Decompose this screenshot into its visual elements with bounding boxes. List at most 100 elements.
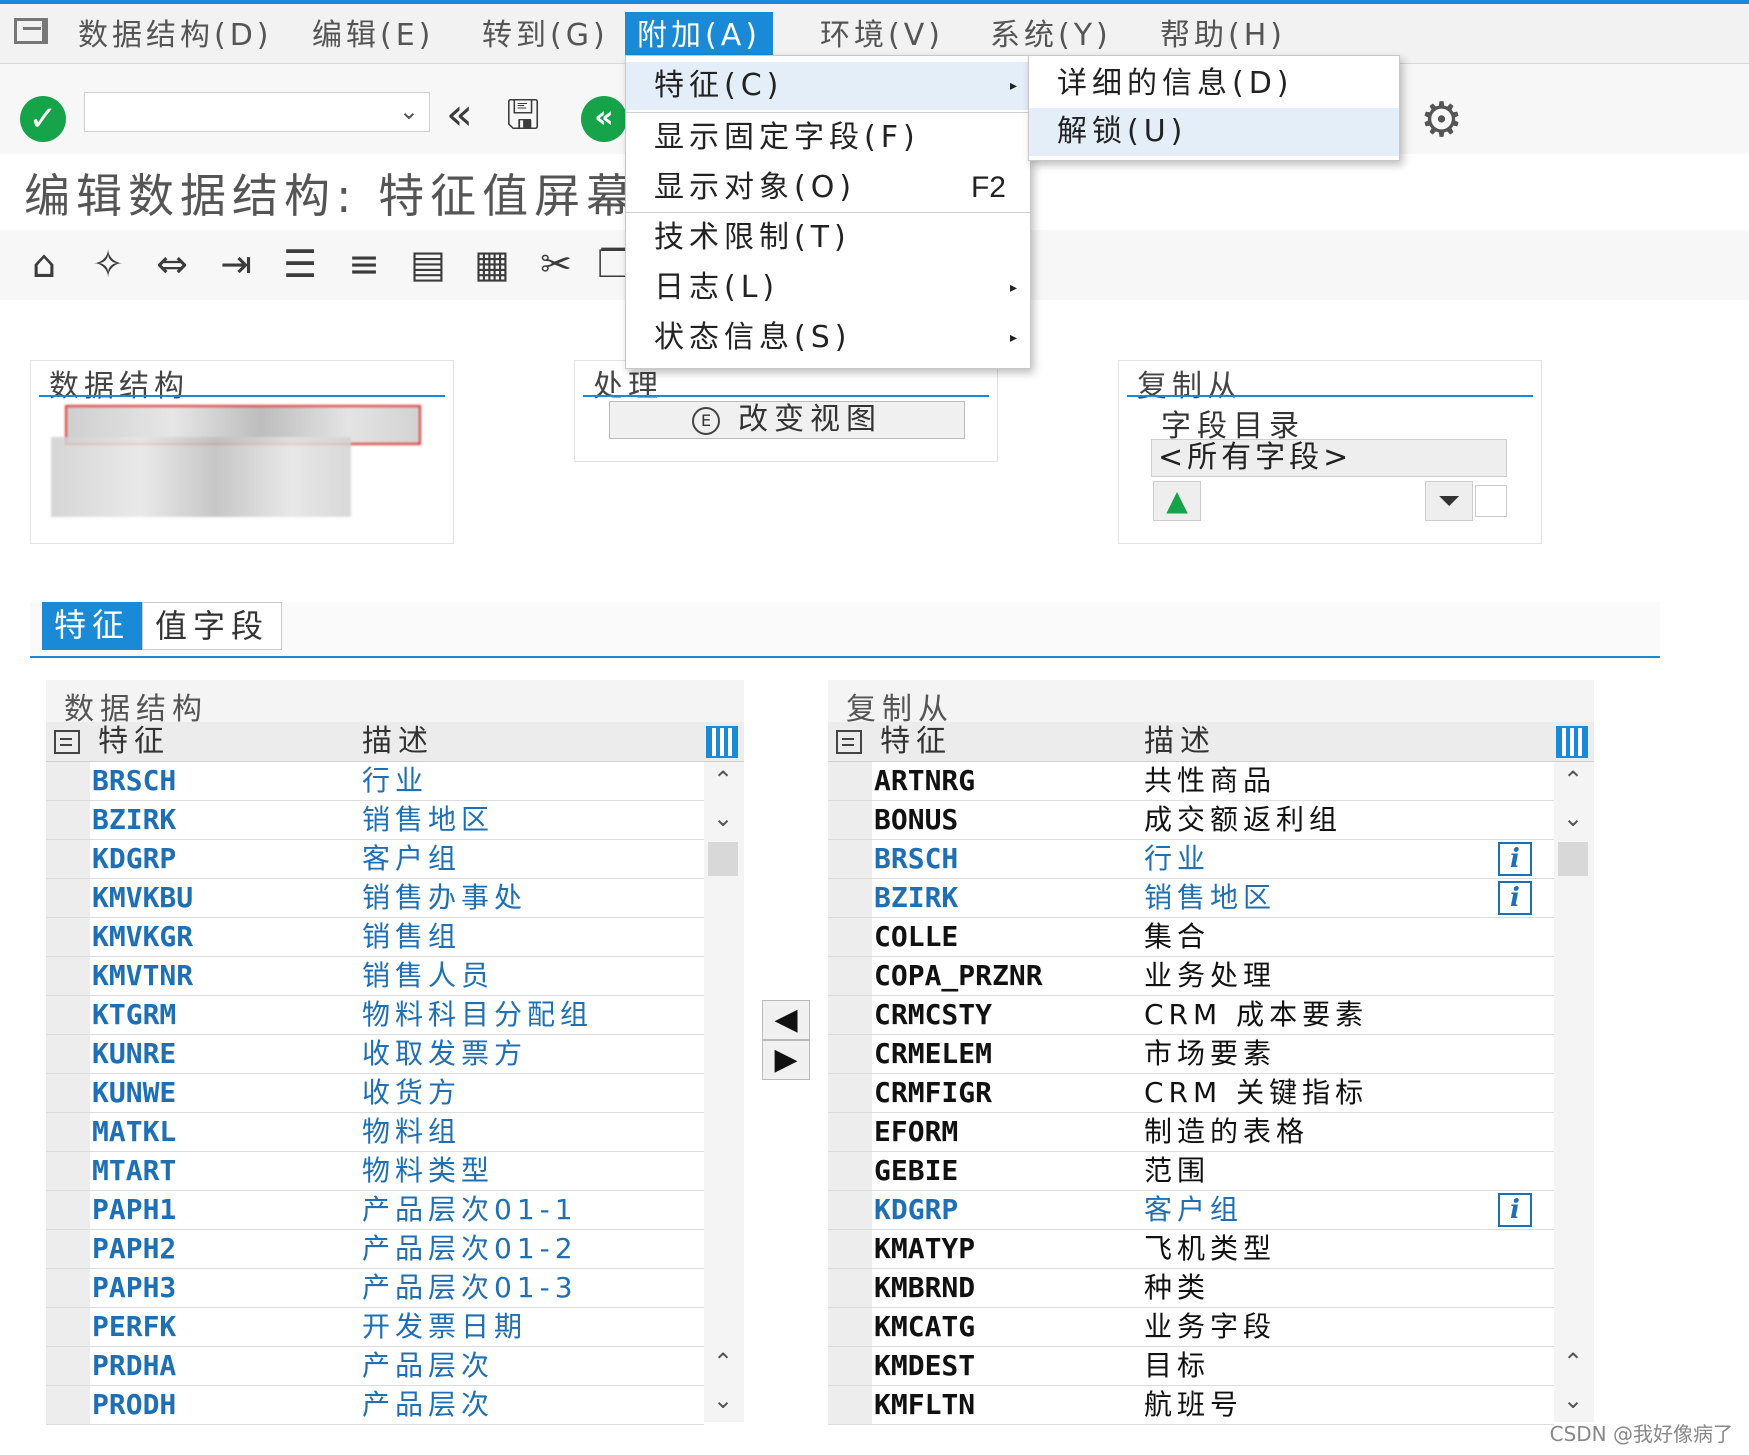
row-selector[interactable] — [46, 1191, 90, 1229]
filter-icon[interactable]: ≡ — [342, 242, 386, 286]
save-icon[interactable]: 🖫 — [506, 90, 540, 140]
row-selector[interactable] — [46, 1035, 90, 1073]
row-selector[interactable] — [46, 1308, 90, 1346]
row-selector[interactable] — [46, 1386, 90, 1424]
table-row[interactable]: PAPH1 产品层次01-1 — [46, 1191, 704, 1230]
cut-icon[interactable]: ✂ — [534, 242, 578, 286]
table-row[interactable]: CRMCSTY CRM 成本要素 — [828, 996, 1554, 1035]
row-selector[interactable] — [828, 1152, 872, 1190]
select-all-icon[interactable]: ▤ — [406, 242, 450, 286]
row-selector[interactable] — [828, 1230, 872, 1268]
scroll-page-down-icon[interactable]: ⌄ — [1556, 1382, 1590, 1418]
scroll-up-icon[interactable]: ⌃ — [1556, 762, 1590, 798]
expand-icon[interactable]: ⇔ — [150, 242, 194, 286]
row-selector[interactable] — [828, 918, 872, 956]
column-header-characteristic[interactable]: 特征 — [880, 722, 952, 762]
table-row[interactable]: COPA_PRZNR 业务处理 — [828, 957, 1554, 996]
row-selector[interactable] — [828, 1113, 872, 1151]
menu-item-technical-limits[interactable]: 技术限制(T) — [626, 214, 1030, 262]
row-selector[interactable] — [46, 1152, 90, 1190]
row-selector[interactable] — [828, 840, 872, 878]
scroll-thumb[interactable] — [708, 842, 738, 876]
info-icon[interactable]: i — [1498, 881, 1532, 915]
scrollbar[interactable]: ⌃ ⌄ ⌃ ⌄ — [706, 762, 740, 1422]
table-row[interactable]: CRMELEM 市场要素 — [828, 1035, 1554, 1074]
gear-icon[interactable]: ⚙ — [1420, 95, 1463, 145]
scroll-up-icon[interactable]: ⌃ — [706, 762, 740, 798]
column-header-characteristic[interactable]: 特征 — [98, 722, 170, 762]
scrollbar[interactable]: ⌃ ⌄ ⌃ ⌄ — [1556, 762, 1590, 1422]
menu-item-detailed-info[interactable]: 详细的信息(D) — [1029, 60, 1399, 108]
image-icon[interactable]: ▲ — [1153, 481, 1201, 521]
table-row[interactable]: KUNRE 收取发票方 — [46, 1035, 704, 1074]
table-row[interactable]: KMCATG 业务字段 — [828, 1308, 1554, 1347]
row-selector[interactable] — [46, 918, 90, 956]
menu-help[interactable]: 帮助(H) — [1148, 12, 1298, 60]
row-selector[interactable] — [828, 1386, 872, 1424]
scroll-page-up-icon[interactable]: ⌃ — [706, 1344, 740, 1380]
select-block-icon[interactable] — [54, 730, 80, 754]
table-row[interactable]: PRDHA 产品层次 — [46, 1347, 704, 1386]
table-row[interactable]: KMBRND 种类 — [828, 1269, 1554, 1308]
menu-environment[interactable]: 环境(V) — [808, 12, 956, 60]
back-icon[interactable]: « — [581, 96, 627, 142]
move-right-button[interactable]: ▶ — [762, 1040, 810, 1080]
insert-icon[interactable]: ⇥ — [214, 242, 258, 286]
menu-goto[interactable]: 转到(G) — [470, 12, 621, 60]
table-row[interactable]: BZIRK 销售地区 — [46, 801, 704, 840]
row-selector[interactable] — [828, 1347, 872, 1385]
row-selector[interactable] — [46, 801, 90, 839]
menu-edit[interactable]: 编辑(E) — [300, 12, 446, 60]
tab-characteristics[interactable]: 特征 — [42, 602, 143, 650]
row-selector[interactable] — [828, 879, 872, 917]
sort-ascending-icon[interactable]: ☰ — [278, 242, 322, 286]
table-row[interactable]: PRODH 产品层次 — [46, 1386, 704, 1425]
table-row[interactable]: EFORM 制造的表格 — [828, 1113, 1554, 1152]
funnel-icon[interactable]: ⏷ — [1425, 481, 1473, 521]
menu-system[interactable]: 系统(Y) — [978, 12, 1124, 60]
scroll-down-icon[interactable]: ⌄ — [706, 800, 740, 836]
table-row[interactable]: KMDEST 目标 — [828, 1347, 1554, 1386]
menu-item-display-object[interactable]: 显示对象(O) F2 — [626, 164, 1030, 212]
row-selector[interactable] — [828, 1269, 872, 1307]
field-catalog-dropdown[interactable]: <所有字段> — [1151, 439, 1507, 477]
row-selector[interactable] — [46, 879, 90, 917]
table-row[interactable]: ARTNRG 共性商品 — [828, 762, 1554, 801]
row-selector[interactable] — [46, 1113, 90, 1151]
row-selector[interactable] — [46, 762, 90, 800]
table-row[interactable]: PERFK 开发票日期 — [46, 1308, 704, 1347]
table-row[interactable]: KTGRM 物料科目分配组 — [46, 996, 704, 1035]
column-header-description[interactable]: 描述 — [362, 722, 434, 762]
row-selector[interactable] — [828, 996, 872, 1034]
row-selector[interactable] — [46, 1074, 90, 1112]
menu-item-log[interactable]: 日志(L) ▸ — [626, 264, 1030, 312]
menu-item-characteristics[interactable]: 特征(C) ▸ — [626, 62, 1030, 110]
table-row[interactable]: PAPH2 产品层次01-2 — [46, 1230, 704, 1269]
double-left-icon[interactable]: « — [446, 90, 473, 140]
row-selector[interactable] — [46, 840, 90, 878]
table-row[interactable]: BRSCH 行业 i — [828, 840, 1554, 879]
table-row[interactable]: KMFLTN 航班号 — [828, 1386, 1554, 1425]
table-row[interactable]: BRSCH 行业 — [46, 762, 704, 801]
scroll-thumb[interactable] — [1558, 842, 1588, 876]
scroll-page-up-icon[interactable]: ⌃ — [1556, 1344, 1590, 1380]
column-header-description[interactable]: 描述 — [1144, 722, 1216, 762]
info-icon[interactable]: i — [1498, 1193, 1532, 1227]
chevron-down-icon[interactable]: ⌄ — [399, 97, 419, 125]
menu-extras[interactable]: 附加(A) — [625, 12, 773, 60]
magic-wand-icon[interactable]: ✧ — [86, 242, 130, 286]
info-icon[interactable]: i — [1498, 842, 1532, 876]
row-selector[interactable] — [46, 1347, 90, 1385]
row-selector[interactable] — [828, 1074, 872, 1112]
table-row[interactable]: COLLE 集合 — [828, 918, 1554, 957]
menu-item-status-info[interactable]: 状态信息(S) ▸ — [626, 314, 1030, 362]
table-row[interactable]: MTART 物料类型 — [46, 1152, 704, 1191]
menu-item-show-fixed-fields[interactable]: 显示固定字段(F) — [626, 114, 1030, 162]
row-selector[interactable] — [828, 1191, 872, 1229]
table-row[interactable]: KMATYP 飞机类型 — [828, 1230, 1554, 1269]
table-row[interactable]: KDGRP 客户组 — [46, 840, 704, 879]
table-row[interactable]: CRMFIGR CRM 关键指标 — [828, 1074, 1554, 1113]
deselect-icon[interactable]: ▦ — [470, 242, 514, 286]
table-settings-icon[interactable] — [1556, 726, 1588, 758]
change-view-button[interactable]: E 改变视图 — [609, 401, 965, 439]
